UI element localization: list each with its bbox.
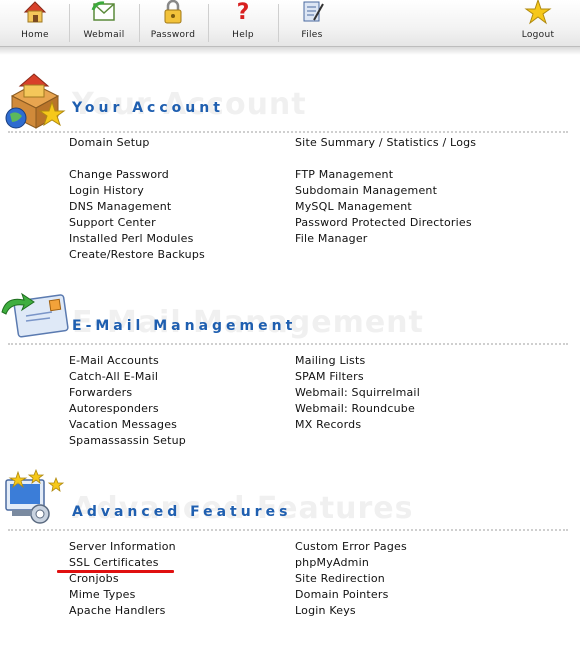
section-divider bbox=[8, 343, 568, 345]
link-mx-records[interactable]: MX Records bbox=[295, 418, 361, 431]
link-cronjobs[interactable]: Cronjobs bbox=[69, 572, 119, 585]
link-file-manager[interactable]: File Manager bbox=[295, 232, 368, 245]
help-button[interactable]: ? Help bbox=[214, 0, 272, 46]
link-site-summary[interactable]: Site Summary / Statistics / Logs bbox=[295, 136, 476, 149]
link-domain-setup[interactable]: Domain Setup bbox=[69, 136, 150, 149]
highlight-underline bbox=[57, 570, 174, 573]
link-webmail-squirrelmail[interactable]: Webmail: Squirrelmail bbox=[295, 386, 420, 399]
email-envelope-icon bbox=[1, 292, 69, 338]
account-box-icon bbox=[5, 73, 66, 129]
section-title-advanced: Advanced Features bbox=[72, 504, 292, 520]
top-toolbar: Home Webmail Password ? Help Files Logou… bbox=[0, 0, 580, 47]
section-title-account: Your Account bbox=[72, 100, 224, 116]
toolbar-shadow bbox=[0, 47, 580, 55]
home-label: Home bbox=[21, 30, 49, 40]
link-change-password[interactable]: Change Password bbox=[69, 168, 169, 181]
link-mime-types[interactable]: Mime Types bbox=[69, 588, 136, 601]
link-catch-all-email[interactable]: Catch-All E-Mail bbox=[69, 370, 158, 383]
link-email-accounts[interactable]: E-Mail Accounts bbox=[69, 354, 159, 367]
section-title-email: E-Mail Management bbox=[72, 318, 297, 334]
link-mailing-lists[interactable]: Mailing Lists bbox=[295, 354, 365, 367]
toolbar-divider bbox=[208, 4, 209, 42]
webmail-button[interactable]: Webmail bbox=[74, 0, 134, 46]
link-ftp-management[interactable]: FTP Management bbox=[295, 168, 393, 181]
lock-icon bbox=[164, 0, 182, 24]
toolbar-divider bbox=[139, 4, 140, 42]
files-button[interactable]: Files bbox=[284, 0, 340, 46]
section-divider bbox=[8, 529, 568, 531]
help-label: Help bbox=[232, 30, 254, 40]
link-site-redirection[interactable]: Site Redirection bbox=[295, 572, 385, 585]
logout-button[interactable]: Logout bbox=[512, 0, 564, 46]
section-divider bbox=[8, 131, 568, 133]
logout-label: Logout bbox=[521, 30, 555, 40]
advanced-features-icon bbox=[5, 468, 65, 524]
webmail-icon bbox=[91, 1, 115, 21]
link-subdomain-management[interactable]: Subdomain Management bbox=[295, 184, 437, 197]
link-apache-handlers[interactable]: Apache Handlers bbox=[69, 604, 166, 617]
link-support-center[interactable]: Support Center bbox=[69, 216, 156, 229]
link-webmail-roundcube[interactable]: Webmail: Roundcube bbox=[295, 402, 415, 415]
link-login-history[interactable]: Login History bbox=[69, 184, 144, 197]
question-icon: ? bbox=[237, 0, 250, 25]
svg-text:?: ? bbox=[237, 0, 250, 25]
link-login-keys[interactable]: Login Keys bbox=[295, 604, 356, 617]
link-domain-pointers[interactable]: Domain Pointers bbox=[295, 588, 389, 601]
link-dns-management[interactable]: DNS Management bbox=[69, 200, 171, 213]
link-forwarders[interactable]: Forwarders bbox=[69, 386, 132, 399]
home-icon bbox=[23, 1, 47, 23]
link-vacation-messages[interactable]: Vacation Messages bbox=[69, 418, 177, 431]
link-server-information[interactable]: Server Information bbox=[69, 540, 176, 553]
home-button[interactable]: Home bbox=[8, 0, 62, 46]
link-spamassassin-setup[interactable]: Spamassassin Setup bbox=[69, 434, 186, 447]
link-create-restore-backups[interactable]: Create/Restore Backups bbox=[69, 248, 205, 261]
toolbar-divider bbox=[278, 4, 279, 42]
star-icon bbox=[524, 0, 552, 25]
webmail-label: Webmail bbox=[83, 30, 125, 40]
files-label: Files bbox=[301, 30, 323, 40]
toolbar-divider bbox=[69, 4, 70, 42]
link-spam-filters[interactable]: SPAM Filters bbox=[295, 370, 364, 383]
link-autoresponders[interactable]: Autoresponders bbox=[69, 402, 159, 415]
files-icon bbox=[303, 1, 324, 22]
link-installed-perl-modules[interactable]: Installed Perl Modules bbox=[69, 232, 194, 245]
link-phpmyadmin[interactable]: phpMyAdmin bbox=[295, 556, 369, 569]
password-label: Password bbox=[150, 30, 196, 40]
link-ssl-certificates[interactable]: SSL Certificates bbox=[69, 556, 159, 569]
link-password-protected-directories[interactable]: Password Protected Directories bbox=[295, 216, 472, 229]
link-mysql-management[interactable]: MySQL Management bbox=[295, 200, 412, 213]
link-custom-error-pages[interactable]: Custom Error Pages bbox=[295, 540, 407, 553]
password-button[interactable]: Password bbox=[144, 0, 202, 46]
